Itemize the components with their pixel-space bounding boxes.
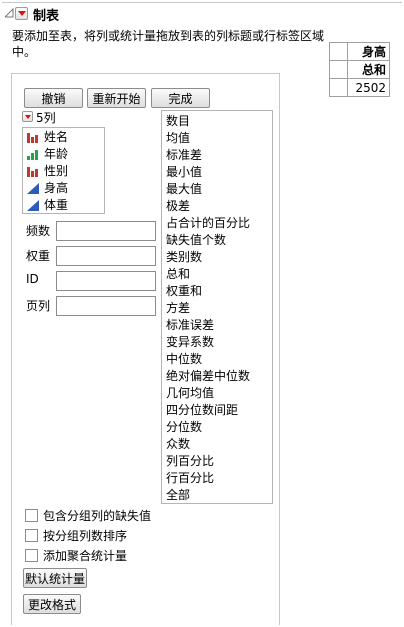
stat-item[interactable]: 标准误差 [162,317,272,334]
stat-item[interactable]: 绝对偏差中位数 [162,368,272,385]
freq-drop-zone[interactable] [56,221,156,241]
stat-item[interactable]: 数目 [162,113,272,130]
stat-item[interactable]: 变异系数 [162,334,272,351]
page-label: 页列 [26,299,51,313]
stat-item[interactable]: 极差 [162,198,272,215]
nominal-bar-icon [27,132,38,143]
stat-item[interactable]: 标准差 [162,147,272,164]
stat-item[interactable]: 均值 [162,130,272,147]
add-aggregate-label: 添加聚合统计量 [43,549,128,563]
page-drop-zone[interactable] [56,296,156,316]
change-format-button[interactable]: 更改格式 [23,594,81,614]
default-statistics-button[interactable]: 默认统计量 [23,568,87,588]
add-aggregate-checkbox[interactable] [25,549,38,562]
columns-count-label: 5列 [36,111,56,125]
column-item-height[interactable]: 身高 [23,179,104,196]
continuous-triangle-icon [27,199,39,211]
stat-item[interactable]: 权重和 [162,283,272,300]
column-item-age[interactable]: 年龄 [23,145,104,162]
include-missing-label: 包含分组列的缺失值 [43,509,152,523]
column-label: 年龄 [44,147,69,161]
column-list[interactable]: 姓名 年龄 性别 身高 体重 [22,127,105,214]
table-value-cell: 2502 [347,78,390,97]
column-label: 身高 [44,181,69,195]
stat-item[interactable]: 方差 [162,300,272,317]
stat-item[interactable]: 众数 [162,436,272,453]
restart-button[interactable]: 重新开始 [87,88,146,108]
header-bar [2,2,402,24]
column-item-sex[interactable]: 性别 [23,162,104,179]
empty-cell [329,78,348,97]
column-item-weight[interactable]: 体重 [23,196,104,213]
row-header-sum[interactable]: 总和 [347,60,390,79]
stat-item[interactable]: 缺失值个数 [162,232,272,249]
columns-disclosure-icon[interactable] [22,111,33,122]
stat-item[interactable]: 列百分比 [162,453,272,470]
statistics-list[interactable]: 数目 均值 标准差 最小值 最大值 极差 占合计的百分比 缺失值个数 类别数 总… [161,110,273,504]
column-label: 体重 [44,198,69,212]
stat-item[interactable]: 占合计的百分比 [162,215,272,232]
ordinal-bar-icon [27,149,38,160]
empty-cell [329,60,348,79]
continuous-triangle-icon [27,182,39,194]
include-missing-checkbox[interactable] [25,509,38,522]
stat-item[interactable]: 总和 [162,266,272,283]
weight-label: 权重 [26,249,51,263]
stat-item[interactable]: 类别数 [162,249,272,266]
column-label: 性别 [44,164,69,178]
stat-item[interactable]: 中位数 [162,351,272,368]
cancel-button[interactable]: 撤销 [24,88,83,108]
column-item-name[interactable]: 姓名 [23,128,104,145]
page-title: 制表 [33,9,60,24]
weight-drop-zone[interactable] [56,246,156,266]
tabulate-output-table: 身高 总和 2502 [329,42,390,97]
disclosure-menu-icon[interactable] [15,7,28,20]
stat-item[interactable]: 最小值 [162,164,272,181]
stat-item[interactable]: 几何均值 [162,385,272,402]
sort-by-freq-label: 按分组列数排序 [43,529,128,543]
empty-corner-cell [329,42,348,61]
sort-by-freq-checkbox[interactable] [25,529,38,542]
done-button[interactable]: 完成 [151,88,210,108]
nominal-bar-icon [27,166,38,177]
freq-label: 频数 [26,224,51,238]
id-label: ID [26,272,39,286]
stat-item[interactable]: 分位数 [162,419,272,436]
stat-item[interactable]: 最大值 [162,181,272,198]
instruction-text: 要添加至表，将列或统计量拖放到表的列标题或行标签区域中。 [12,29,325,59]
outline-corner-icon [4,8,14,18]
stat-item[interactable]: 四分位数间距 [162,402,272,419]
id-drop-zone[interactable] [56,271,156,291]
stat-item[interactable]: 全部 [162,487,272,504]
column-label: 姓名 [44,130,69,144]
column-header-height[interactable]: 身高 [347,42,390,61]
stat-item[interactable]: 行百分比 [162,470,272,487]
